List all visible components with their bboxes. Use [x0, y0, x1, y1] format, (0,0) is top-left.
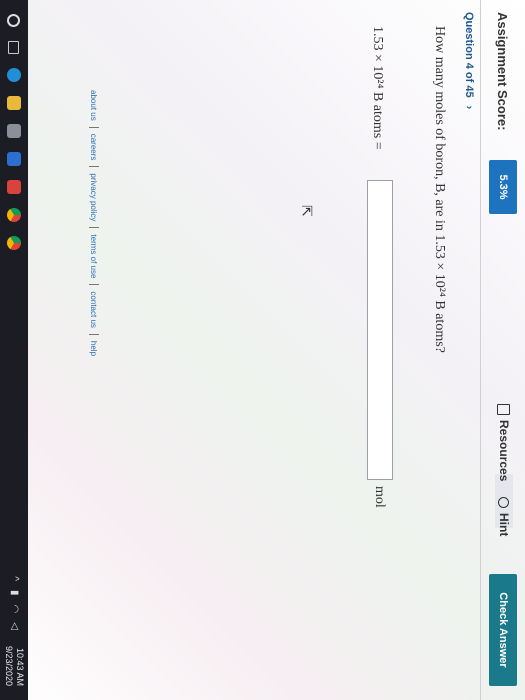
resources-icon	[497, 404, 511, 415]
mail-icon[interactable]	[7, 152, 21, 166]
file-explorer-icon[interactable]	[7, 96, 21, 110]
header-divider	[480, 0, 481, 700]
chrome-icon[interactable]	[7, 208, 21, 222]
search-icon[interactable]	[7, 14, 21, 27]
system-tray: ^ ▮ ◠ ◁	[9, 576, 20, 630]
question-nav: Question 4 of 45 ›	[463, 12, 475, 109]
edge-icon[interactable]	[7, 68, 21, 82]
next-question-icon[interactable]: ›	[463, 106, 475, 110]
footer-link-careers[interactable]: careers	[90, 134, 99, 161]
assignment-score-label: Assignment Score:	[495, 12, 511, 131]
question-counter: Question 4 of 45	[463, 12, 475, 98]
chevron-up-icon[interactable]: ^	[9, 576, 20, 581]
score-badge: 5.3%	[489, 160, 517, 214]
question-text: How many moles of boron, B, are in 1.53 …	[432, 26, 447, 353]
wifi-icon[interactable]: ◠	[9, 605, 20, 614]
footer-links: about us careers privacy policy terms of…	[89, 90, 99, 356]
hint-button[interactable]: Hint	[497, 497, 511, 536]
mouse-cursor-icon: ⇱	[299, 205, 315, 217]
footer-link-about[interactable]: about us	[90, 90, 99, 121]
store-icon[interactable]	[7, 124, 21, 138]
footer-link-help[interactable]: help	[90, 341, 99, 356]
battery-icon[interactable]: ▮	[9, 590, 20, 596]
windows-taskbar: ^ ▮ ◠ ◁ 10:43 AM 9/23/2020	[0, 0, 28, 700]
footer-link-terms[interactable]: terms of use	[90, 234, 99, 278]
check-answer-button[interactable]: Check Answer	[489, 574, 517, 686]
app-icon[interactable]	[7, 180, 21, 194]
clock-time: 10:43 AM	[15, 647, 25, 686]
answer-row: 1.53 × 10²⁴ B atoms =	[369, 26, 385, 150]
screen: Assignment Score: 5.3% Resources Hint Ch…	[0, 0, 525, 700]
answer-prefix: 1.53 × 10²⁴ B atoms =	[370, 26, 385, 150]
footer-link-contact[interactable]: contact us	[90, 291, 99, 327]
resources-label: Resources	[497, 420, 511, 482]
task-view-icon[interactable]	[8, 41, 20, 54]
unit-label: mol	[372, 486, 387, 508]
clock-date: 9/23/2020	[4, 645, 14, 686]
clock[interactable]: 10:43 AM 9/23/2020	[3, 646, 25, 686]
hint-label: Hint	[497, 513, 511, 537]
footer-link-privacy[interactable]: privacy policy	[90, 173, 99, 221]
volume-icon[interactable]: ◁	[9, 622, 20, 630]
chrome-alt-icon[interactable]	[7, 236, 21, 250]
answer-input[interactable]	[367, 180, 393, 480]
resources-button[interactable]: Resources	[497, 404, 511, 481]
lightbulb-icon	[498, 497, 510, 508]
